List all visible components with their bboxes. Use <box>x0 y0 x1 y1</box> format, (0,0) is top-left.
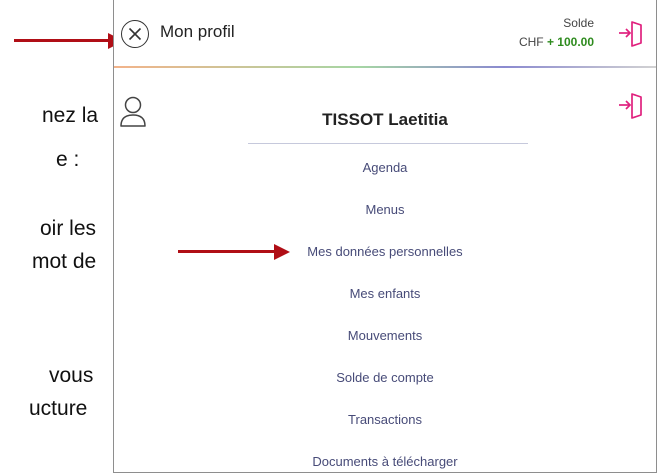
balance-label: Solde <box>563 16 594 30</box>
menu-item-account-balance[interactable]: Solde de compte <box>114 370 656 385</box>
close-icon <box>128 27 142 41</box>
balance-value: + 100.00 <box>546 35 594 49</box>
user-name: TISSOT Laetitia <box>322 110 448 129</box>
balance-currency: CHF <box>518 35 544 49</box>
menu-item-menus[interactable]: Menus <box>114 202 656 217</box>
menu-item-children[interactable]: Mes enfants <box>114 286 656 301</box>
doc-text-line: nez la <box>42 104 99 127</box>
doc-text-line: mot de <box>32 250 97 273</box>
menu-item-movements[interactable]: Mouvements <box>114 328 656 343</box>
header-divider <box>114 66 656 68</box>
doc-text-line: oir les <box>40 217 97 240</box>
name-divider <box>248 143 528 144</box>
menu-item-transactions[interactable]: Transactions <box>114 412 656 427</box>
balance-amount: CHF + 100.00 <box>519 35 594 49</box>
doc-text-line: e : <box>56 148 80 171</box>
menu-item-documents[interactable]: Documents à télécharger <box>114 454 656 469</box>
close-button[interactable] <box>121 20 149 48</box>
doc-text-line: vous <box>49 364 94 387</box>
logout-icon[interactable] <box>617 19 645 47</box>
menu-item-agenda[interactable]: Agenda <box>114 160 656 175</box>
doc-text-line: ucture <box>29 397 88 420</box>
profile-header: Mon profil Solde CHF + 100.00 <box>114 0 656 66</box>
profile-panel: Mon profil Solde CHF + 100.00 TISSOT Lae… <box>113 0 657 473</box>
page-title: Mon profil <box>160 22 235 41</box>
